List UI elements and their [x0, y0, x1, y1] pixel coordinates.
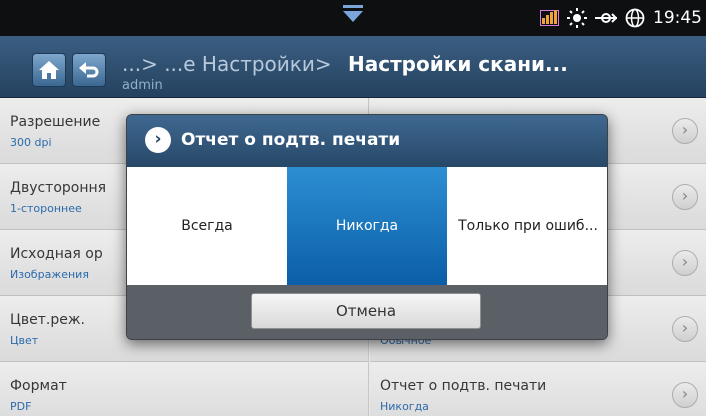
network-icon: [595, 13, 617, 23]
status-icons: 19:45: [540, 0, 702, 36]
breadcrumb: ...> ...е Настройки> Настройки скани...: [122, 52, 568, 76]
dialog-options: Всегда Никогда Только при ошиб...: [127, 167, 607, 285]
dialog-title: Отчет о подтв. печати: [181, 130, 401, 150]
status-time: 19:45: [653, 8, 702, 28]
chevron-right-circle-icon: ›: [145, 127, 171, 153]
home-icon: [39, 61, 59, 79]
option-never[interactable]: Никогда: [287, 167, 447, 285]
signal-bars-icon: [540, 10, 559, 26]
print-confirm-dialog: › Отчет о подтв. печати Всегда Никогда Т…: [126, 114, 608, 340]
globe-icon: [625, 8, 645, 28]
back-arrow-icon: [79, 62, 99, 78]
breadcrumb-prefix: ...> ...е Настройки>: [122, 52, 332, 76]
dialog-header: › Отчет о подтв. печати: [127, 115, 607, 167]
dialog-footer: Отмена: [127, 285, 607, 339]
sun-icon: [567, 8, 587, 28]
title-bar: ...> ...е Настройки> Настройки скани... …: [0, 36, 706, 98]
back-button[interactable]: [72, 53, 106, 87]
page-title: Настройки скани...: [348, 52, 568, 76]
status-bar: 19:45: [0, 0, 706, 36]
option-only-on-error[interactable]: Только при ошиб...: [447, 167, 607, 285]
option-always[interactable]: Всегда: [127, 167, 287, 285]
cancel-button[interactable]: Отмена: [251, 293, 481, 329]
home-button[interactable]: [32, 53, 66, 87]
notification-arrow-icon[interactable]: [340, 2, 366, 26]
user-name: admin: [122, 78, 163, 93]
